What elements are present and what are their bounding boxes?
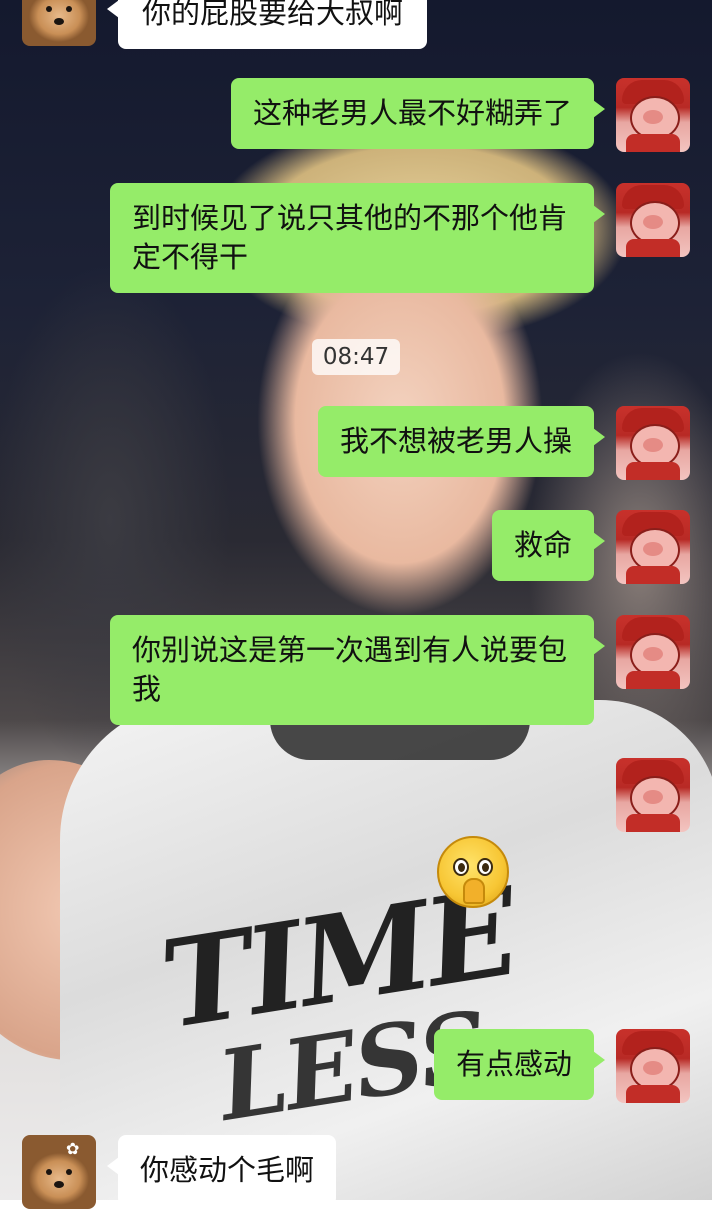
message-row: 你的屁股要给大叔啊 bbox=[106, 0, 428, 49]
emoji-pupil bbox=[482, 863, 489, 872]
contact-avatar[interactable]: ✿ bbox=[22, 1135, 96, 1209]
message-row: 我不想被老男人操 bbox=[317, 406, 606, 477]
dog-nose bbox=[54, 1181, 64, 1188]
message-row: 到时候见了说只其他的不那个他肯定不得干 bbox=[110, 183, 605, 293]
pig-snout bbox=[643, 1061, 663, 1075]
message-bubble[interactable]: 救命 bbox=[491, 510, 606, 581]
message-row: 这种老男人最不好糊弄了 bbox=[230, 78, 606, 149]
message-row: 救命 bbox=[491, 510, 606, 581]
pig-snout bbox=[643, 215, 663, 229]
contact-avatar[interactable] bbox=[22, 0, 96, 46]
my-avatar[interactable] bbox=[616, 78, 690, 152]
message-bubble[interactable]: 你感动个毛啊 bbox=[106, 1135, 337, 1206]
message-row: 你感动个毛啊 bbox=[106, 1135, 337, 1206]
my-avatar[interactable] bbox=[616, 1029, 690, 1103]
dog-eye-right bbox=[66, 6, 72, 12]
background-collar bbox=[270, 720, 530, 760]
pig-snout bbox=[643, 110, 663, 124]
pig-body bbox=[626, 1085, 680, 1103]
my-avatar[interactable] bbox=[616, 183, 690, 257]
pig-body bbox=[626, 239, 680, 257]
emoji-pupil bbox=[458, 863, 465, 872]
chat-background: TIME LESS bbox=[0, 0, 712, 1200]
message-bubble[interactable]: 到时候见了说只其他的不那个他肯定不得干 bbox=[110, 183, 605, 293]
message-bubble[interactable]: 这种老男人最不好糊弄了 bbox=[230, 78, 606, 149]
message-bubble[interactable]: 有点感动 bbox=[433, 1029, 606, 1100]
flower-icon: ✿ bbox=[66, 1139, 80, 1158]
my-avatar[interactable] bbox=[616, 615, 690, 689]
my-avatar[interactable] bbox=[616, 406, 690, 480]
message-timestamp: 08:47 bbox=[312, 339, 400, 375]
message-bubble[interactable]: 你别说这是第一次遇到有人说要包我 bbox=[110, 615, 605, 725]
pleading-face-emoji-icon[interactable] bbox=[437, 836, 509, 908]
my-avatar[interactable] bbox=[616, 510, 690, 584]
pig-snout bbox=[643, 438, 663, 452]
pig-body bbox=[626, 566, 680, 584]
message-row: 你别说这是第一次遇到有人说要包我 bbox=[110, 615, 605, 725]
emoji-eye-right bbox=[477, 858, 493, 876]
dog-nose bbox=[54, 18, 64, 25]
pig-snout bbox=[643, 790, 663, 804]
dog-eye-left bbox=[46, 1169, 52, 1175]
my-avatar[interactable] bbox=[616, 758, 690, 832]
pig-body bbox=[626, 134, 680, 152]
pig-snout bbox=[643, 542, 663, 556]
pig-body bbox=[626, 671, 680, 689]
emoji-hands bbox=[463, 878, 485, 904]
message-row: 有点感动 bbox=[433, 1029, 606, 1100]
pig-body bbox=[626, 814, 680, 832]
dog-eye-left bbox=[46, 6, 52, 12]
emoji-eye-left bbox=[453, 858, 469, 876]
dog-eye-right bbox=[66, 1169, 72, 1175]
pig-body bbox=[626, 462, 680, 480]
message-bubble[interactable]: 你的屁股要给大叔啊 bbox=[106, 0, 428, 49]
message-bubble[interactable]: 我不想被老男人操 bbox=[317, 406, 606, 477]
pig-snout bbox=[643, 647, 663, 661]
